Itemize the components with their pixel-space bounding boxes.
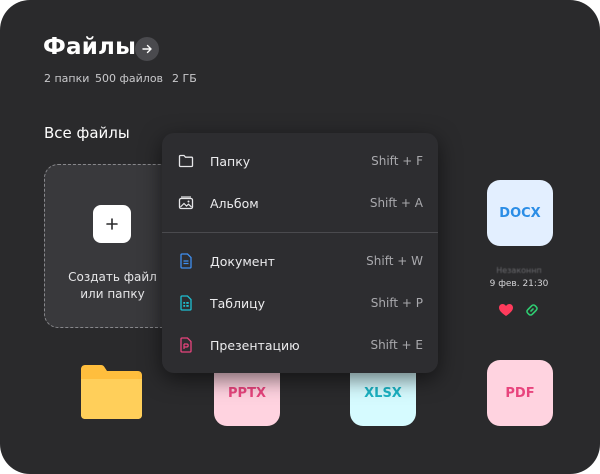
menu-item-document[interactable]: Документ Shift + W xyxy=(162,241,438,281)
folder-icon xyxy=(177,152,195,170)
pdf-file[interactable]: PDF xyxy=(487,360,553,426)
presentation-icon xyxy=(177,336,195,354)
album-icon xyxy=(177,194,195,212)
menu-item-shortcut: Shift + F xyxy=(371,154,423,168)
menu-item-label: Альбом xyxy=(210,195,259,211)
storage-size: 2 ГБ xyxy=(172,72,197,85)
plus-icon xyxy=(106,218,118,230)
menu-item-shortcut: Shift + A xyxy=(369,196,423,210)
folder-icon xyxy=(81,365,142,419)
create-label-line1: Создать файл xyxy=(68,270,157,284)
create-label: Создать файл или папку xyxy=(45,269,180,303)
menu-item-label: Презентацию xyxy=(210,337,300,353)
menu-item-label: Документ xyxy=(210,253,275,269)
menu-item-shortcut: Shift + E xyxy=(370,338,423,352)
menu-item-folder[interactable]: Папку Shift + F xyxy=(162,141,438,181)
folders-count: 2 папки xyxy=(44,72,90,85)
folder-item[interactable] xyxy=(78,363,145,421)
menu-item-label: Таблицу xyxy=(210,295,266,311)
xlsx-label: XLSX xyxy=(364,385,402,401)
menu-item-shortcut: Shift + P xyxy=(370,296,423,310)
menu-item-label: Папку xyxy=(210,153,251,169)
menu-item-presentation[interactable]: Презентацию Shift + E xyxy=(162,325,438,365)
docx-file[interactable]: DOCX xyxy=(487,180,553,246)
docx-filename: Незаконнп xyxy=(496,266,542,275)
pptx-label: PPTX xyxy=(228,385,266,401)
create-menu: Папку Shift + F Альбом Shift + A Докумен… xyxy=(162,133,438,373)
files-panel: Файлы 2 папки 500 файлов 2 ГБ Все файлы … xyxy=(0,0,600,474)
heart-icon[interactable] xyxy=(498,303,514,317)
menu-item-table[interactable]: Таблицу Shift + P xyxy=(162,283,438,323)
open-files-button[interactable] xyxy=(135,37,159,61)
arrow-right-icon xyxy=(142,44,152,54)
section-title: Все файлы xyxy=(44,124,130,142)
add-button[interactable] xyxy=(93,205,131,243)
page-title: Файлы xyxy=(43,34,137,60)
files-count: 500 файлов xyxy=(95,72,164,85)
menu-item-shortcut: Shift + W xyxy=(366,254,423,268)
link-icon[interactable] xyxy=(525,303,539,317)
menu-item-album[interactable]: Альбом Shift + A xyxy=(162,183,438,223)
document-icon xyxy=(177,252,195,270)
menu-divider xyxy=(162,232,438,233)
create-label-line2: или папку xyxy=(80,287,145,301)
docx-date: 9 фев. 21:30 xyxy=(489,279,549,289)
pdf-label: PDF xyxy=(505,385,535,401)
docx-label: DOCX xyxy=(499,205,541,221)
table-icon xyxy=(177,294,195,312)
